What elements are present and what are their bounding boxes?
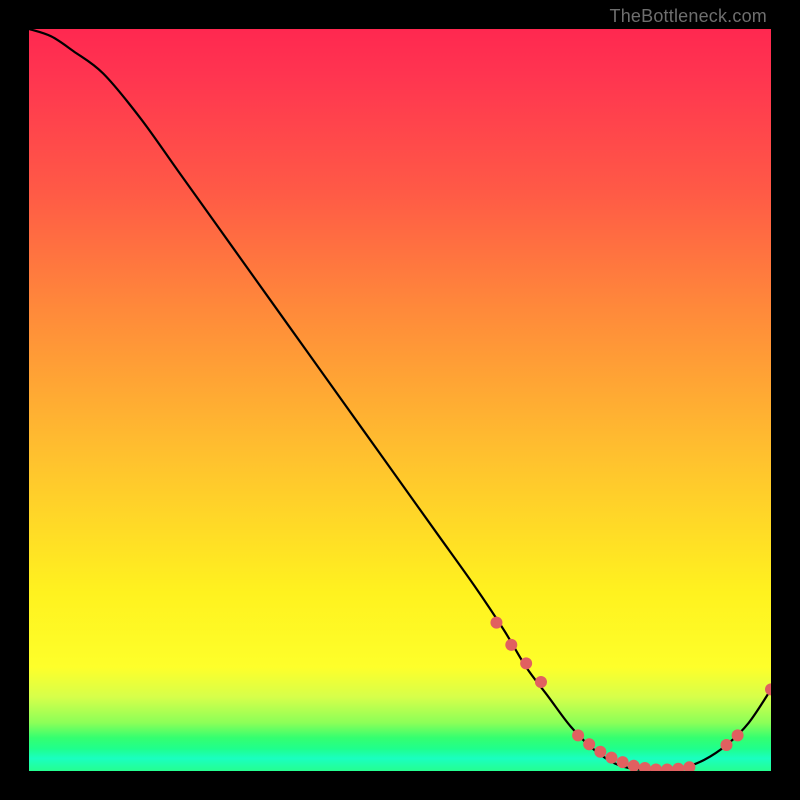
curve-line — [29, 29, 771, 770]
attribution-label: TheBottleneck.com — [610, 6, 767, 27]
plot-area — [29, 29, 771, 771]
marker-dot — [765, 683, 771, 695]
marker-dot — [732, 729, 744, 741]
marker-dot — [650, 764, 662, 771]
marker-dot — [520, 657, 532, 669]
marker-dot — [661, 764, 673, 771]
marker-dot — [617, 756, 629, 768]
marker-dot — [605, 752, 617, 764]
marker-dot — [639, 762, 651, 771]
marker-dot — [535, 676, 547, 688]
chart-frame: TheBottleneck.com — [0, 0, 800, 800]
marker-dot — [505, 639, 517, 651]
chart-svg — [29, 29, 771, 771]
marker-dot — [594, 746, 606, 758]
marker-dot — [490, 617, 502, 629]
marker-dot — [683, 761, 695, 771]
marker-dot — [672, 763, 684, 771]
marker-dot — [572, 729, 584, 741]
marker-dot — [628, 760, 640, 771]
marker-dot — [720, 739, 732, 751]
marker-dot — [583, 738, 595, 750]
curve-markers — [490, 617, 771, 771]
